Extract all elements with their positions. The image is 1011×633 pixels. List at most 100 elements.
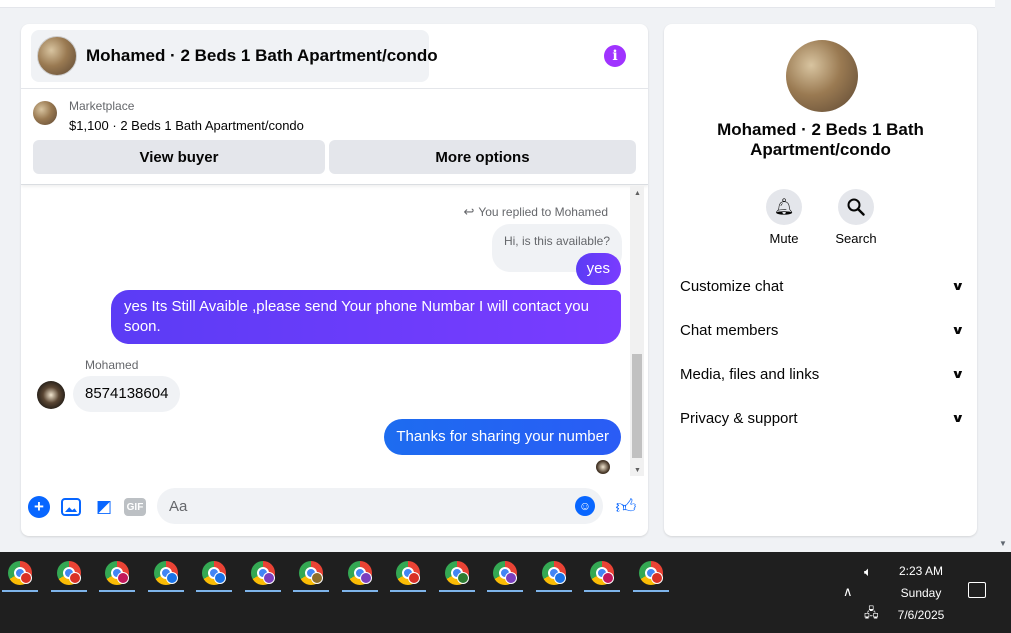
taskbar-chrome-window[interactable] xyxy=(146,558,186,592)
taskbar-chrome-window[interactable] xyxy=(291,558,331,592)
running-indicator xyxy=(2,590,38,592)
listing-avatar xyxy=(37,36,77,76)
conversation-info-panel: Mohamed · 2 Beds 1 Bath Apartment/condo … xyxy=(664,24,977,536)
conversation-avatar[interactable] xyxy=(786,40,858,112)
marketplace-label: Marketplace xyxy=(69,99,135,113)
listing-thumbnail[interactable] xyxy=(33,101,57,125)
menu-chat-members[interactable]: Chat members ∨ xyxy=(680,312,965,348)
photo-icon[interactable] xyxy=(61,498,81,516)
emoji-icon[interactable]: ☺ xyxy=(575,496,595,516)
search-icon[interactable] xyxy=(838,189,874,225)
more-options-button[interactable]: More options xyxy=(329,140,636,174)
search-label: Search xyxy=(835,231,877,246)
running-indicator xyxy=(487,590,523,592)
chevron-down-icon: ∨ xyxy=(951,279,965,293)
network-icon[interactable]: 🖧 xyxy=(864,604,879,626)
scroll-down-arrow-icon[interactable]: ▼ xyxy=(634,467,641,474)
outgoing-message[interactable]: yes xyxy=(575,253,621,285)
taskbar-chrome-window[interactable] xyxy=(340,558,380,592)
profile-badge-icon xyxy=(20,572,32,584)
running-indicator xyxy=(341,590,378,592)
running-indicator xyxy=(632,590,669,592)
bell-icon[interactable]: 🔔︎ xyxy=(766,189,802,225)
running-indicator xyxy=(584,590,620,592)
reply-arrow-icon: ↩ xyxy=(463,204,475,219)
taskbar-chrome-window[interactable] xyxy=(582,558,622,592)
clock-time[interactable]: 2:23 AM xyxy=(880,564,962,578)
taskbar-chrome-window[interactable] xyxy=(49,558,89,592)
profile-badge-icon xyxy=(456,572,469,584)
message-input[interactable] xyxy=(157,488,557,524)
menu-label: Chat members xyxy=(680,321,779,339)
taskbar-chrome-window[interactable] xyxy=(243,558,283,592)
outgoing-message[interactable]: Thanks for sharing your number xyxy=(384,419,621,455)
taskbar-chrome-window[interactable] xyxy=(437,558,477,592)
chevron-down-icon: ∨ xyxy=(951,411,965,425)
message-composer: + ◩ GIF ☺ 👍︎ xyxy=(21,486,648,528)
conversation-name: Mohamed · 2 Beds 1 Bath Apartment/condo xyxy=(717,120,924,159)
clock-day[interactable]: Sunday xyxy=(880,586,962,600)
top-bar xyxy=(0,0,995,8)
running-indicator xyxy=(147,590,184,592)
mute-button[interactable]: 🔔︎ Mute xyxy=(754,189,814,246)
chat-title: Mohamed · 2 Beds 1 Bath Apartment/condo xyxy=(86,46,438,65)
running-indicator xyxy=(196,590,232,592)
chat-title-button[interactable]: Mohamed · 2 Beds 1 Bath Apartment/condo xyxy=(31,30,438,82)
thread-scrollbar[interactable]: ▲ ▼ xyxy=(630,186,644,476)
running-indicator xyxy=(244,590,281,592)
profile-badge-icon xyxy=(553,572,566,584)
sender-avatar[interactable] xyxy=(37,381,65,409)
replied-note: ↩ You replied to Mohamed xyxy=(463,204,608,220)
menu-label: Privacy & support xyxy=(680,409,798,427)
profile-badge-icon xyxy=(359,572,372,584)
view-buyer-button[interactable]: View buyer xyxy=(33,140,325,174)
taskbar-chrome-window[interactable] xyxy=(388,558,428,592)
incoming-message[interactable]: 8574138604 xyxy=(73,376,181,412)
profile-badge-icon xyxy=(117,572,129,584)
taskbar-chrome-window[interactable] xyxy=(485,558,525,592)
taskbar-chrome-window[interactable] xyxy=(534,558,574,592)
chevron-up-icon[interactable]: ∧ xyxy=(843,584,853,600)
thumbs-up-icon[interactable]: 👍︎ xyxy=(615,496,637,518)
menu-media-files-links[interactable]: Media, files and links ∨ xyxy=(680,356,965,392)
scroll-down-arrow-icon[interactable]: ▼ xyxy=(999,539,1007,548)
taskbar-chrome-window[interactable] xyxy=(194,558,234,592)
notification-icon[interactable] xyxy=(968,582,986,598)
chat-panel: Mohamed · 2 Beds 1 Bath Apartment/condo … xyxy=(21,24,648,536)
page-scrollbar[interactable]: ▼ xyxy=(995,0,1011,552)
search-button[interactable]: Search xyxy=(826,189,886,246)
listing-summary[interactable]: $1,100 · 2 Beds 1 Bath Apartment/condo xyxy=(69,118,304,133)
taskbar-chrome-window[interactable] xyxy=(0,558,40,592)
profile-badge-icon xyxy=(262,572,275,584)
info-icon[interactable]: i xyxy=(604,45,626,67)
plus-icon[interactable]: + xyxy=(28,496,50,518)
sticker-icon[interactable]: ◩ xyxy=(93,496,115,518)
windows-taskbar: 🔈︎ ∧ 🖧 2:23 AM Sunday 7/6/2025 xyxy=(0,552,1011,633)
chevron-down-icon: ∨ xyxy=(951,367,965,381)
taskbar-chrome-window[interactable] xyxy=(631,558,671,592)
menu-privacy-support[interactable]: Privacy & support ∨ xyxy=(680,400,965,436)
taskbar-chrome-window[interactable] xyxy=(97,558,137,592)
listing-card: Marketplace $1,100 · 2 Beds 1 Bath Apart… xyxy=(21,89,648,185)
volume-icon[interactable]: 🔈︎ xyxy=(864,564,872,580)
sender-name: Mohamed xyxy=(85,358,139,372)
scrollbar-thumb[interactable] xyxy=(632,354,642,458)
outgoing-message[interactable]: yes Its Still Avaible ,please send Your … xyxy=(111,290,621,344)
profile-badge-icon xyxy=(505,572,517,584)
profile-badge-icon xyxy=(650,572,663,584)
profile-badge-icon xyxy=(408,572,420,584)
profile-badge-icon xyxy=(214,572,226,584)
gif-icon[interactable]: GIF xyxy=(124,498,146,516)
running-indicator xyxy=(99,590,135,592)
running-indicator xyxy=(535,590,572,592)
menu-label: Media, files and links xyxy=(680,365,820,383)
profile-badge-icon xyxy=(602,572,614,584)
mute-label: Mute xyxy=(769,231,799,246)
running-indicator xyxy=(438,590,475,592)
message-thread[interactable]: ↩ You replied to Mohamed Hi, is this ava… xyxy=(21,186,648,476)
clock-date[interactable]: 7/6/2025 xyxy=(880,608,962,622)
menu-customize-chat[interactable]: Customize chat ∨ xyxy=(680,268,965,304)
profile-badge-icon xyxy=(68,572,81,584)
scroll-up-arrow-icon[interactable]: ▲ xyxy=(634,190,641,197)
message-input-box[interactable]: ☺ xyxy=(157,488,603,524)
